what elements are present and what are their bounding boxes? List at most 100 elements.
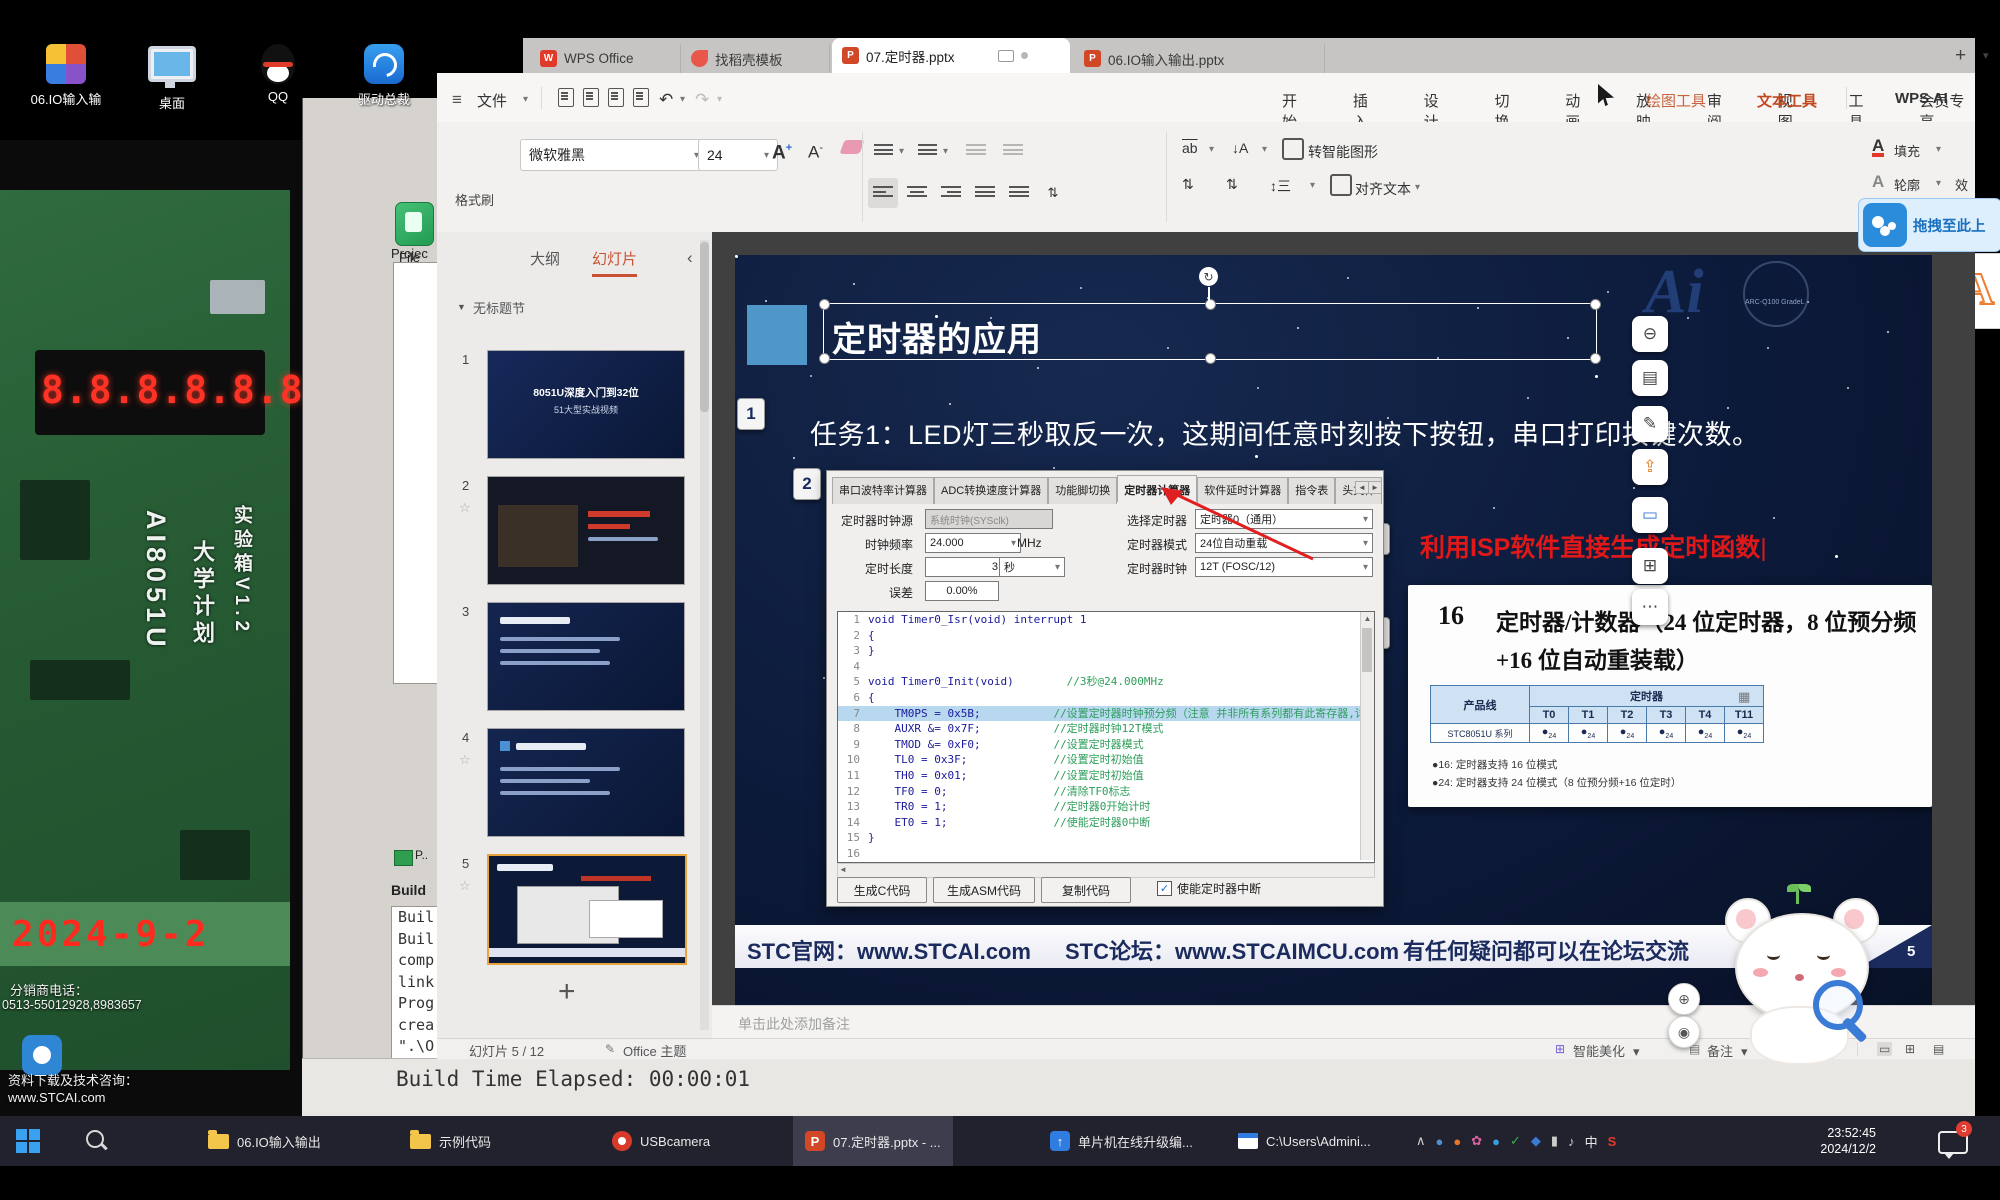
menu-item-text-tools[interactable]: 文本工具	[1757, 90, 1817, 111]
tray-firefox-icon[interactable]: ●	[1453, 1134, 1461, 1149]
numbered-list-icon[interactable]	[918, 144, 938, 158]
export-icon[interactable]	[583, 88, 599, 107]
collapse-panel-icon[interactable]: ‹	[687, 248, 693, 268]
chevron-down-icon[interactable]: ▾	[943, 146, 948, 157]
generate-c-code-button[interactable]: 生成C代码	[837, 877, 927, 903]
slide-thumbnail-1[interactable]: 8051U深度入门到32位 51大型实战视频	[487, 350, 685, 459]
selection-handle[interactable]	[1205, 353, 1216, 364]
freq-select[interactable]: 24.000▾	[925, 533, 1021, 553]
share-button[interactable]: ⇪	[1632, 449, 1668, 485]
chevron-down-icon[interactable]: ▾	[899, 146, 904, 157]
save-icon[interactable]	[558, 88, 574, 107]
desktop-icon-qq[interactable]: QQ	[230, 44, 326, 104]
pen-annotate-button[interactable]: ✎	[1632, 406, 1668, 442]
taskbar-item-io-folder[interactable]: 06.IO输入输出	[196, 1116, 333, 1166]
chevron-down-icon[interactable]: ▾	[1936, 144, 1941, 155]
taskbar-item-explorer[interactable]: C:\Users\Admini...	[1226, 1116, 1383, 1166]
tab-outline[interactable]: 大纲	[530, 248, 560, 269]
presenting-monitor-icon[interactable]	[998, 50, 1014, 62]
panel-scrollbar[interactable]	[700, 240, 709, 1030]
smart-graphic-label[interactable]: 转智能图形	[1308, 142, 1378, 162]
smart-graphic-icon[interactable]	[1282, 138, 1304, 160]
view-read-button[interactable]: ▤	[1933, 1042, 1944, 1056]
undo-icon[interactable]: ↶	[659, 90, 673, 110]
desktop-icon-driver[interactable]: 驱动总裁	[336, 44, 432, 108]
print-icon[interactable]	[608, 88, 624, 107]
favorite-star-icon[interactable]: ☆	[459, 752, 471, 768]
redo-chevron-icon[interactable]: ▾	[717, 94, 722, 105]
tray-bluetooth-icon[interactable]: ●	[1436, 1134, 1444, 1149]
selection-handle[interactable]	[1590, 299, 1601, 310]
selection-handle[interactable]	[1205, 299, 1216, 310]
line-spacing-down-icon[interactable]: ⇅	[1226, 176, 1238, 193]
taskbar-item-samples-folder[interactable]: 示例代码	[398, 1116, 503, 1166]
isp-tab-baudrate[interactable]: 串口波特率计算器	[832, 477, 934, 504]
slide-thumbnail-4[interactable]	[487, 728, 685, 837]
tab-scroll-left-icon[interactable]: ◄	[1355, 481, 1369, 494]
tray-battery-icon[interactable]: ▮	[1551, 1133, 1558, 1149]
chevron-down-icon[interactable]: ▾	[1415, 182, 1420, 193]
selection-handle[interactable]	[819, 299, 830, 310]
title-selection-box[interactable]	[823, 303, 1597, 360]
enable-interrupt-checkbox[interactable]: ✓	[1157, 881, 1172, 896]
line-spacing-up-icon[interactable]: ⇅	[1182, 176, 1194, 193]
tab-io-pptx[interactable]: P 06.IO输入输出.pptx	[1074, 44, 1325, 73]
increase-indent-icon[interactable]	[1003, 144, 1023, 158]
keil-project-tree[interactable]	[393, 262, 440, 684]
collapse-toolbar-button[interactable]: ⊖	[1632, 316, 1668, 352]
undo-chevron-icon[interactable]: ▾	[680, 94, 685, 105]
selection-handle[interactable]	[1590, 353, 1601, 364]
align-left-button[interactable]	[868, 178, 898, 208]
chevron-down-icon[interactable]: ▾	[1633, 1044, 1640, 1060]
taskbar-item-usbcamera[interactable]: USBcamera	[600, 1116, 722, 1166]
bullet-list-icon[interactable]	[874, 144, 894, 158]
add-slide-button[interactable]: +	[558, 975, 576, 1009]
red-annotation-text[interactable]: 利用ISP软件直接生成定时函数|	[1420, 528, 1767, 564]
vertical-text-icon[interactable]: ↓A	[1232, 140, 1248, 156]
isp-tab-pinswap[interactable]: 功能脚切换	[1048, 477, 1117, 504]
tray-ime-icon[interactable]: 中	[1585, 1132, 1598, 1151]
text-fill-label[interactable]: 填充	[1894, 141, 1920, 160]
align-right-button[interactable]	[936, 178, 966, 208]
menu-item-drawing-tools[interactable]: 绘图工具	[1646, 90, 1706, 111]
decrease-indent-icon[interactable]	[966, 144, 986, 158]
keil-build-output[interactable]: Buil Buil comp link Prog crea ".\O	[391, 906, 440, 1060]
start-button[interactable]	[16, 1129, 40, 1153]
tray-sogou-icon[interactable]: S	[1608, 1134, 1617, 1149]
decrease-font-button[interactable]: A-	[808, 142, 823, 163]
present-device-button[interactable]: ▭	[1632, 497, 1668, 533]
justify-button[interactable]	[970, 178, 1000, 208]
length-unit-select[interactable]: 秒▾	[999, 557, 1065, 577]
beautify-button[interactable]: 智能美化	[1573, 1041, 1625, 1060]
selection-handle[interactable]	[819, 353, 830, 364]
chevron-down-icon[interactable]: ▾	[1936, 178, 1941, 189]
more-tools-button[interactable]: ⋯	[1632, 589, 1668, 625]
align-center-button[interactable]	[902, 178, 932, 208]
desktop-icon-desktop[interactable]: 桌面	[124, 46, 220, 112]
tab-list-chevron-icon[interactable]: ▾	[1983, 49, 1989, 62]
taskbar-clock[interactable]: 23:52:45 2024/12/2	[1798, 1125, 1876, 1157]
taskbar-item-mcu-upgrade[interactable]: ↑ 单片机在线升级编...	[1038, 1116, 1205, 1166]
clear-format-eraser-icon[interactable]	[839, 140, 864, 154]
slide-thumbnail-3[interactable]	[487, 602, 685, 711]
tray-app-icon[interactable]: ●	[1492, 1134, 1500, 1149]
tray-antivirus-icon[interactable]: ✓	[1510, 1133, 1521, 1149]
increase-font-button[interactable]: A+	[772, 142, 792, 164]
desktop-icon-archive[interactable]: 06.IO输入输	[18, 44, 114, 108]
file-menu[interactable]: 文件	[477, 90, 507, 111]
cloud-drag-upload-popup[interactable]: 拖拽至此上	[1858, 198, 2000, 252]
isp-tab-adc[interactable]: ADC转换速度计算器	[934, 477, 1048, 504]
text-outline-icon[interactable]: A	[1872, 172, 1884, 192]
chevron-down-icon[interactable]: ▾	[1310, 180, 1315, 191]
favorite-star-icon[interactable]: ☆	[459, 500, 471, 516]
new-tab-button[interactable]: +	[1955, 45, 1966, 67]
taskbar-search-icon[interactable]	[86, 1130, 104, 1148]
task-text[interactable]: 任务1：LED灯三秒取反一次，这期间任意时刻按下按钮，串口打印按键次数。	[810, 413, 1760, 452]
theme-label[interactable]: Office 主题	[623, 1041, 686, 1060]
tray-volume-icon[interactable]: ♪	[1568, 1134, 1575, 1149]
slide-thumbnail-5-selected[interactable]	[487, 854, 687, 965]
favorite-star-icon[interactable]: ☆	[459, 878, 471, 894]
font-size-select[interactable]: 24 ▾	[698, 139, 778, 171]
green-app-icon[interactable]	[395, 202, 434, 246]
tab-docer-templates[interactable]: 找稻壳模板	[681, 44, 830, 73]
